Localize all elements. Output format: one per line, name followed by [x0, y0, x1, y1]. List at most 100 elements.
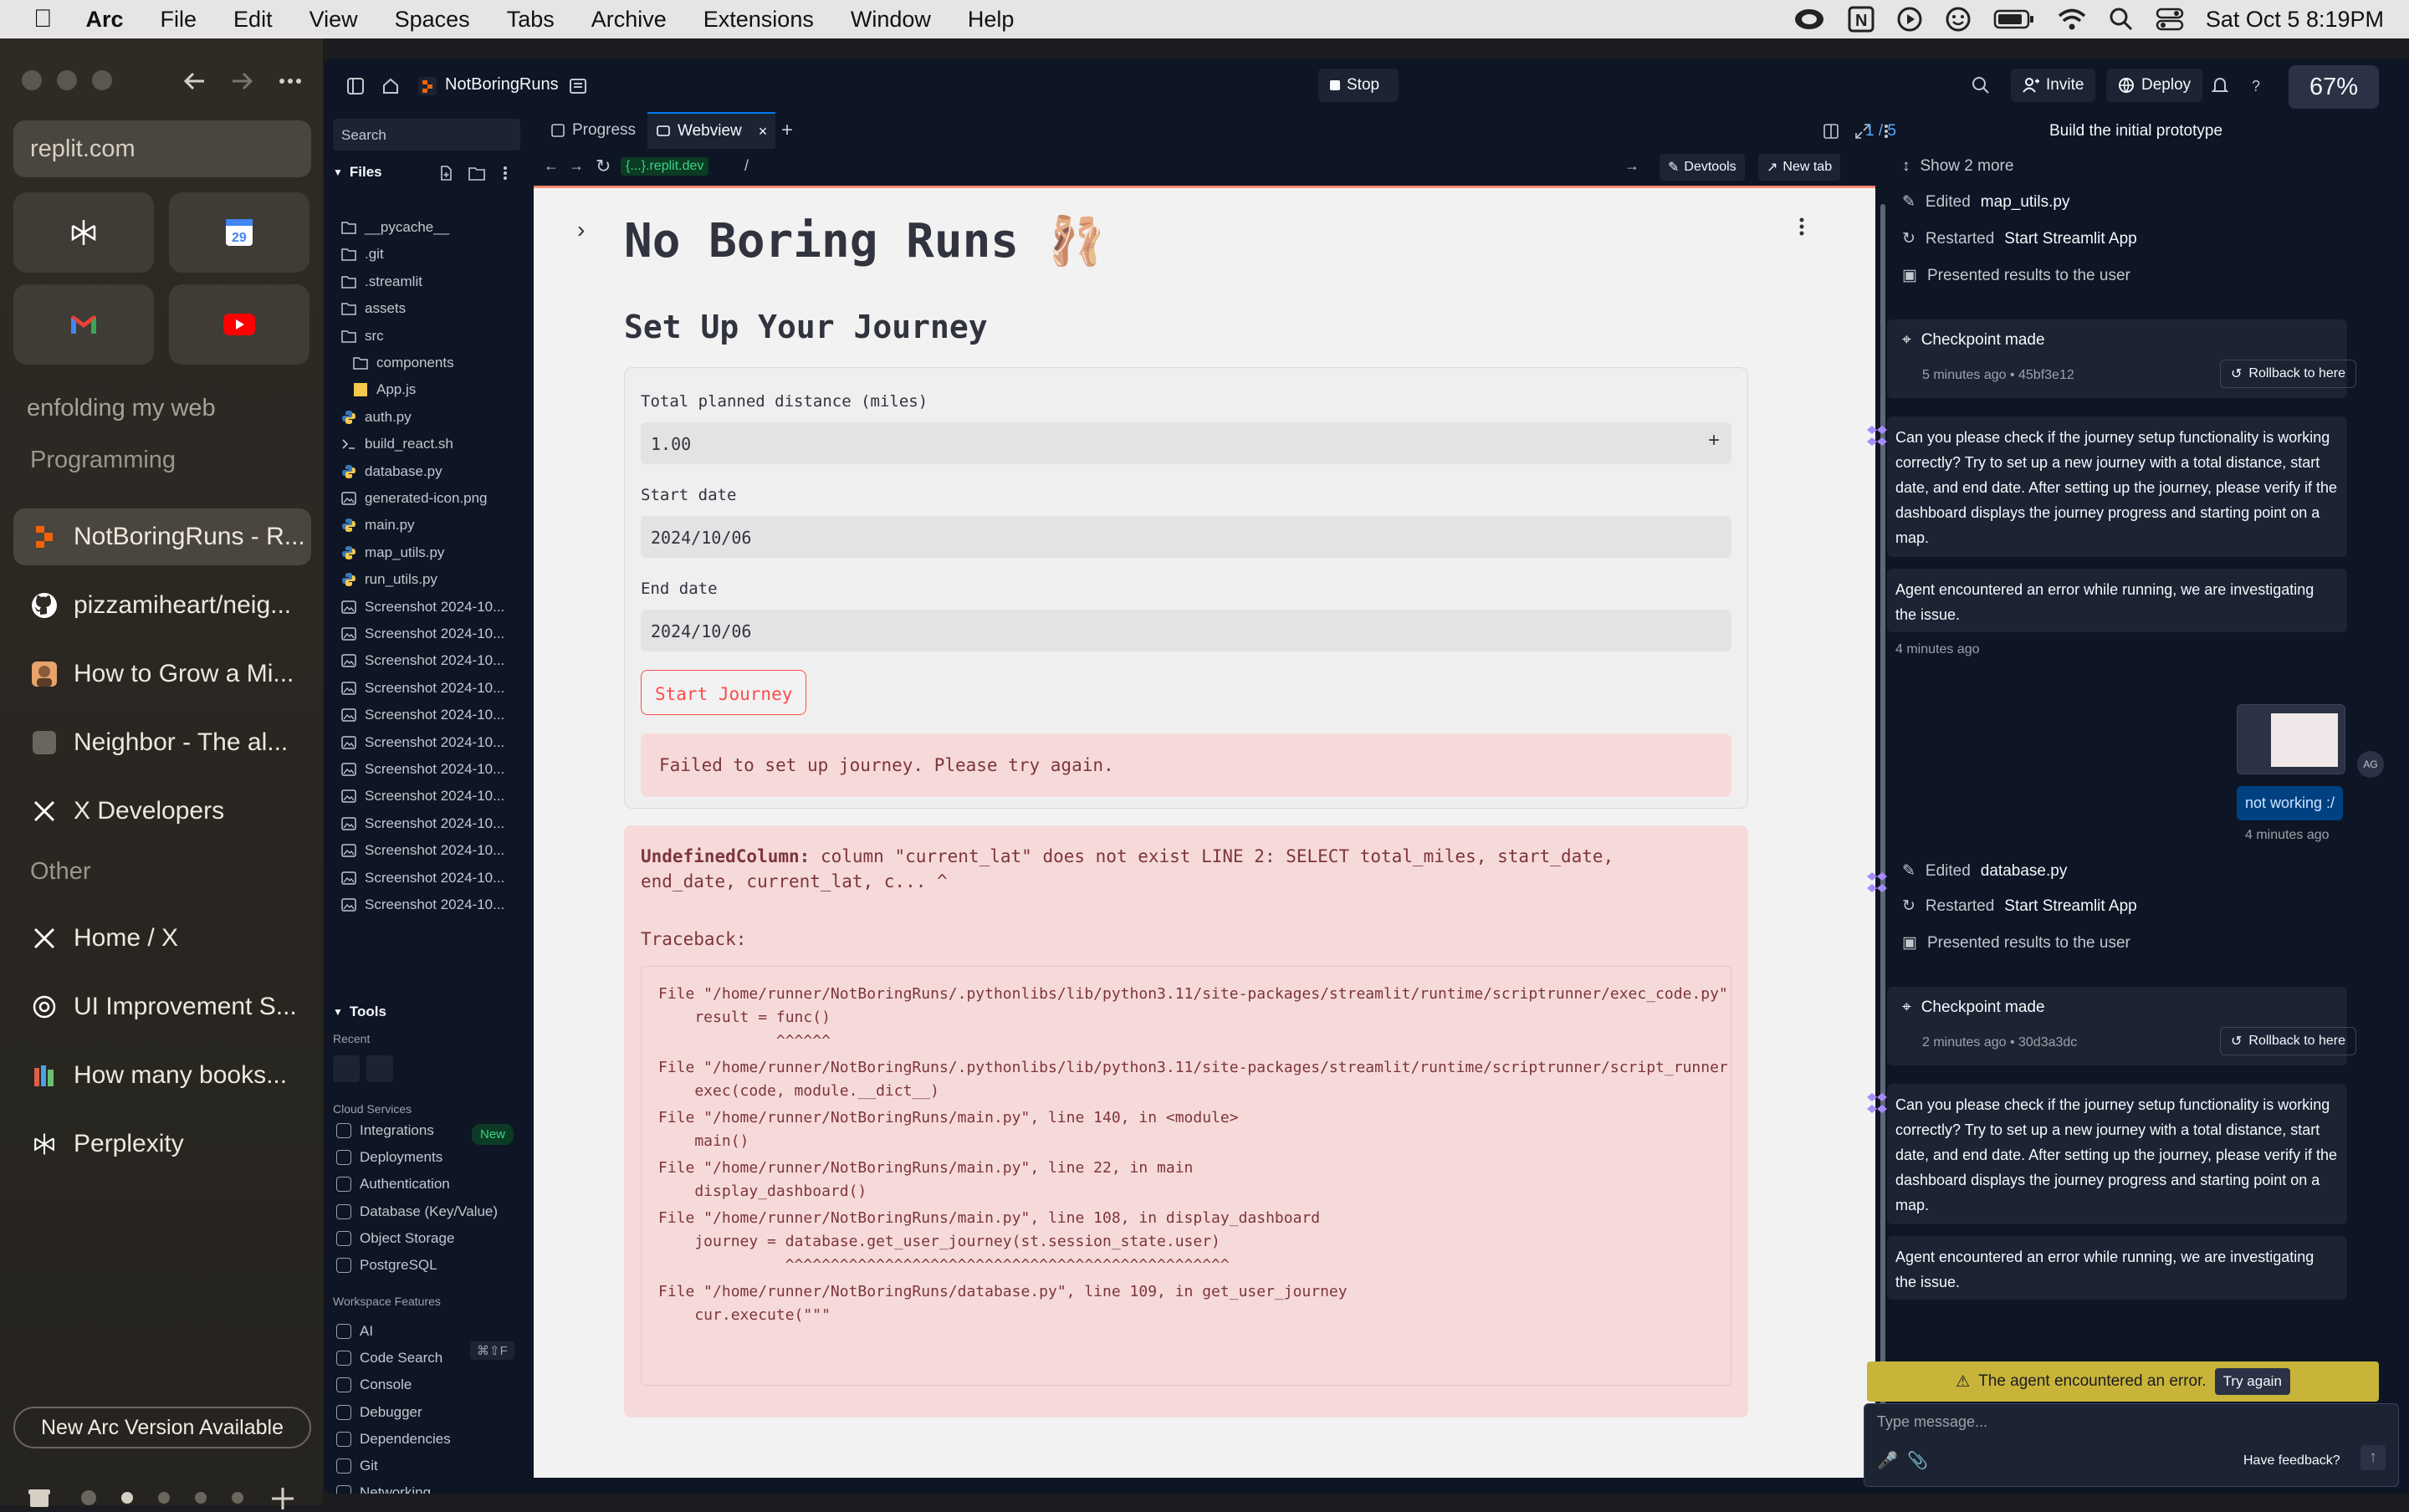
menu-window[interactable]: Window	[851, 7, 931, 33]
spotlight-search-icon[interactable]	[2109, 7, 2134, 32]
forward-arrow-icon[interactable]	[229, 69, 254, 94]
tab-webview[interactable]: Webview ×	[647, 112, 776, 149]
start-journey-button[interactable]: Start Journey	[641, 670, 807, 715]
favorite-perplexity[interactable]	[13, 192, 154, 273]
address-host[interactable]: {...}.replit.dev	[621, 157, 709, 176]
feedback-link[interactable]: Have feedback?	[2243, 1453, 2340, 1469]
file-tree-item[interactable]: generated-icon.png	[341, 487, 488, 510]
add-tab-icon[interactable]: +	[781, 119, 793, 142]
back-arrow-icon[interactable]	[182, 69, 207, 94]
file-tree-item[interactable]: __pycache__	[341, 216, 449, 239]
action-edited-2[interactable]: ✎ Edited database.py	[1902, 861, 2067, 881]
cloud-item[interactable]: Object Storage	[336, 1227, 454, 1250]
file-tree-item[interactable]: run_utils.py	[341, 568, 437, 591]
close-icon[interactable]: ×	[759, 123, 768, 140]
devtools-button[interactable]: ✎ Devtools	[1660, 154, 1745, 181]
file-tree-item[interactable]: map_utils.py	[341, 541, 444, 564]
window-zoom-button[interactable]	[92, 70, 112, 90]
increment-icon[interactable]: +	[1708, 429, 1720, 452]
file-tree-item[interactable]: App.js	[353, 378, 416, 401]
file-tree-item[interactable]: src	[341, 324, 384, 348]
workspace-item[interactable]: Dependencies	[336, 1428, 451, 1451]
play-icon[interactable]	[1896, 6, 1923, 33]
tab-neighbor[interactable]: Neighbor - The al...	[13, 714, 311, 771]
split-pane-icon[interactable]	[1823, 124, 1839, 139]
recent-tool-console[interactable]	[366, 1055, 393, 1082]
menu-view[interactable]: View	[309, 7, 358, 33]
file-tree-item[interactable]: Screenshot 2024-10...	[341, 677, 504, 700]
cloud-item[interactable]: PostgreSQL	[336, 1254, 437, 1277]
menu-file[interactable]: File	[161, 7, 197, 33]
file-tree-item[interactable]: Screenshot 2024-10...	[341, 784, 504, 808]
menu-archive[interactable]: Archive	[591, 7, 667, 33]
address-path[interactable]: /	[744, 157, 749, 175]
forward-icon[interactable]: →	[569, 157, 584, 175]
file-tree-item[interactable]: Screenshot 2024-10...	[341, 866, 504, 890]
project-menu-icon[interactable]	[569, 77, 587, 95]
file-tree-item[interactable]: Screenshot 2024-10...	[341, 731, 504, 754]
sidebar-expand-chevron-icon[interactable]: ›	[577, 217, 585, 243]
sidebar-toggle-icon[interactable]	[346, 77, 365, 95]
notion-icon[interactable]: N	[1848, 6, 1875, 33]
distance-input[interactable]: 1.00	[641, 422, 1731, 464]
workspace-item[interactable]: Git	[336, 1454, 378, 1478]
file-tree-item[interactable]: Screenshot 2024-10...	[341, 649, 504, 672]
file-tree-item[interactable]: assets	[341, 297, 406, 320]
app-menu-icon[interactable]	[1798, 217, 1805, 237]
archive-icon[interactable]	[27, 1485, 52, 1510]
cloud-item[interactable]: Integrations	[336, 1119, 434, 1142]
file-tree-item[interactable]: Screenshot 2024-10...	[341, 839, 504, 862]
tab-notboringruns[interactable]: NotBoringRuns - R...	[13, 508, 311, 565]
file-tree-item[interactable]: .streamlit	[341, 270, 422, 294]
menu-extensions[interactable]: Extensions	[703, 7, 814, 33]
tab-progress[interactable]: Progress	[542, 112, 644, 149]
help-icon[interactable]: ?	[2247, 75, 2267, 95]
workspace-item[interactable]: Code Search	[336, 1346, 442, 1370]
file-tree-item[interactable]: Screenshot 2024-10...	[341, 758, 504, 781]
file-tree-item[interactable]: .git	[341, 243, 384, 266]
show-more-link[interactable]: ↕ Show 2 more	[1902, 157, 2013, 176]
file-tree-item[interactable]: auth.py	[341, 406, 412, 429]
project-name[interactable]: NotBoringRuns	[445, 75, 559, 94]
action-edited[interactable]: ✎ Edited map_utils.py	[1902, 192, 2069, 212]
new-tab-button[interactable]: ↗ New tab	[1758, 154, 1841, 181]
creative-cloud-icon[interactable]	[1793, 7, 1826, 32]
workspace-item[interactable]: Networking	[336, 1481, 431, 1494]
file-tree-item[interactable]: Screenshot 2024-10...	[341, 622, 504, 646]
end-date-input[interactable]: 2024/10/06	[641, 610, 1731, 651]
tools-header[interactable]: ▼ Tools	[333, 1004, 386, 1020]
file-tree-item[interactable]: Screenshot 2024-10...	[341, 595, 504, 619]
workspace-item[interactable]: Debugger	[336, 1401, 422, 1424]
open-external-icon[interactable]: →	[1624, 157, 1639, 175]
file-tree-item[interactable]: components	[353, 351, 454, 375]
invite-button[interactable]: Invite	[2011, 69, 2096, 102]
emoji-face-icon[interactable]	[1945, 6, 1972, 33]
notifications-bell-icon[interactable]	[2210, 75, 2230, 95]
try-again-button[interactable]: Try again	[2214, 1368, 2290, 1395]
tab-ui-improvement[interactable]: UI Improvement S...	[13, 978, 311, 1035]
file-tree-item[interactable]: main.py	[341, 513, 415, 537]
tab-x-developers[interactable]: X Developers	[13, 783, 311, 840]
search-icon[interactable]	[1971, 75, 1991, 95]
plus-icon[interactable]	[269, 1485, 296, 1512]
menu-spaces[interactable]: Spaces	[395, 7, 470, 33]
stop-button[interactable]: Stop	[1318, 69, 1399, 102]
menu-tabs[interactable]: Tabs	[507, 7, 555, 33]
reload-icon[interactable]: ↻	[596, 156, 611, 177]
workspace-item[interactable]: AI	[336, 1320, 373, 1343]
cloud-item[interactable]: Deployments	[336, 1146, 442, 1169]
file-tree-item[interactable]: database.py	[341, 460, 442, 483]
microphone-icon[interactable]: 🎤	[1877, 1450, 1898, 1471]
apple-icon[interactable]: 	[33, 5, 53, 33]
favorite-youtube[interactable]	[169, 284, 309, 365]
file-tree-item[interactable]: build_react.sh	[341, 432, 453, 456]
send-button[interactable]: ↑	[2360, 1445, 2386, 1470]
arc-url-bar[interactable]: replit.com	[13, 120, 311, 177]
space-name[interactable]: enfolding my web	[27, 395, 216, 422]
menu-app-name[interactable]: Arc	[86, 7, 124, 33]
files-header[interactable]: ▼ Files	[333, 164, 382, 181]
back-icon[interactable]: ←	[544, 157, 559, 175]
action-restarted[interactable]: ↻ Restarted Start Streamlit App	[1902, 229, 2137, 248]
space-switcher-dots[interactable]	[77, 1489, 244, 1507]
file-tree-item[interactable]: Screenshot 2024-10...	[341, 893, 504, 917]
